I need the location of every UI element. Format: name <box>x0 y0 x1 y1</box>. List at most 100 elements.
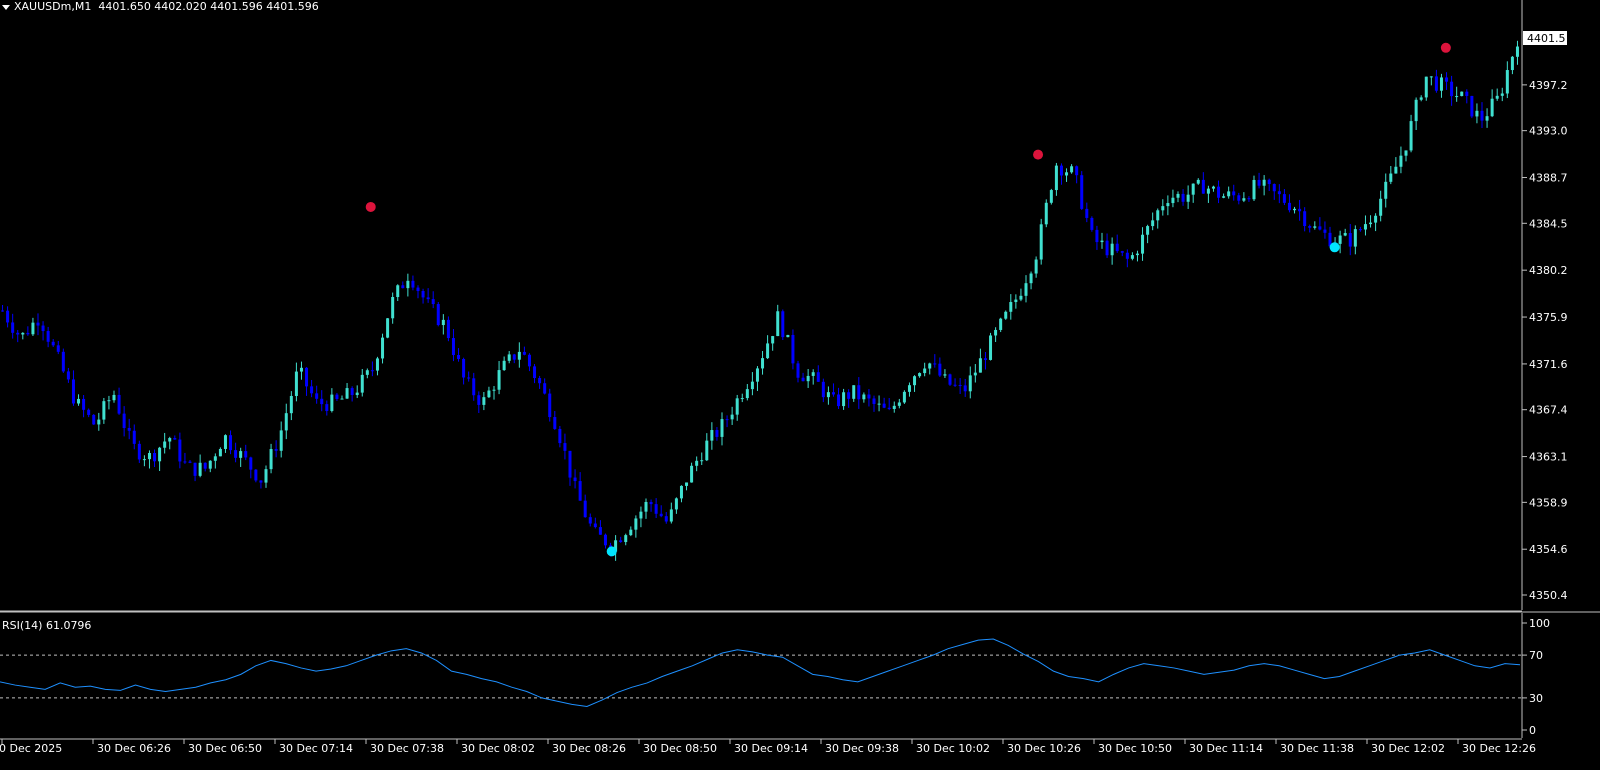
bear-candle <box>51 341 55 346</box>
bull-candle <box>1044 202 1048 225</box>
bull-candle <box>918 373 922 377</box>
price-tick-label: 4363.1 <box>1529 451 1568 464</box>
bull-candle <box>1369 222 1373 225</box>
bull-candle <box>902 391 906 403</box>
bull-candle <box>1424 76 1428 98</box>
bear-candle <box>451 338 455 356</box>
bull-candle <box>1293 208 1297 211</box>
bear-candle <box>1282 194 1286 203</box>
bull-candle <box>1110 243 1114 256</box>
bull-candle <box>1363 224 1367 230</box>
time-tick-label: 30 Dec 06:26 <box>97 742 171 755</box>
rsi-indicator-label[interactable]: RSI(14) 61.0796 <box>2 619 91 632</box>
bull-candle <box>487 390 491 398</box>
time-tick-label: 30 Dec 12:02 <box>1371 742 1445 755</box>
bull-candle <box>1242 198 1246 201</box>
bull-candle <box>365 370 369 375</box>
bull-candle <box>284 413 288 431</box>
bull-candle <box>386 318 390 338</box>
bear-candle <box>259 480 263 483</box>
bear-candle <box>821 381 825 398</box>
bull-candle <box>391 297 395 319</box>
bull-candle <box>163 441 167 448</box>
bull-candle <box>1485 116 1489 121</box>
bull-candle <box>1515 46 1519 57</box>
bull-candle <box>644 501 648 512</box>
bull-candle <box>239 451 243 458</box>
bear-candle <box>178 439 182 462</box>
bear-candle <box>958 385 962 387</box>
bear-candle <box>467 377 471 379</box>
rsi-tick-label: 30 <box>1529 692 1543 705</box>
bull-candle <box>294 371 298 396</box>
chart-canvas[interactable]: 4397.2 4393.0 4388.7 4384.5 4380.2 4375.9 4371… <box>0 0 1600 770</box>
bull-candle <box>1039 224 1043 260</box>
bull-candle <box>77 398 81 404</box>
time-tick-label: 30 Dec 09:38 <box>825 742 899 755</box>
bull-candle <box>943 374 947 376</box>
bull-candle <box>639 511 643 519</box>
bull-candle <box>223 435 227 449</box>
bear-candle <box>173 438 177 440</box>
bear-candle <box>254 469 258 481</box>
bear-candle <box>16 332 20 335</box>
bear-candle <box>1181 193 1185 202</box>
time-tick-label: 30 Dec 11:38 <box>1280 742 1354 755</box>
bear-candle <box>1 310 5 312</box>
dropdown-triangle-icon[interactable] <box>2 4 10 10</box>
bear-candle <box>963 385 967 392</box>
bull-candle <box>1399 155 1403 167</box>
bull-candle <box>669 509 673 522</box>
bear-candle <box>872 398 876 404</box>
bull-candle <box>766 343 770 359</box>
bull-candle <box>806 375 810 382</box>
bear-candle <box>725 419 729 421</box>
bull-candle <box>492 389 496 391</box>
bull-candle <box>634 518 638 530</box>
price-tick-label: 4375.9 <box>1529 311 1568 324</box>
bull-candle <box>1374 215 1378 223</box>
symbol-header[interactable]: XAUUSDm,M1 4401.650 4402.020 4401.596 44… <box>2 0 319 14</box>
bear-candle <box>1308 226 1312 228</box>
bull-candle <box>1414 99 1418 122</box>
bear-candle <box>887 407 891 409</box>
bear-candle <box>1125 252 1129 259</box>
bear-candle <box>1303 211 1307 227</box>
bear-candle <box>305 367 309 387</box>
bull-candle <box>1460 91 1464 97</box>
bull-candle <box>1049 190 1053 203</box>
bull-candle <box>517 351 521 360</box>
bear-candle <box>1120 251 1124 253</box>
bear-candle <box>543 383 547 394</box>
bear-candle <box>1480 110 1484 121</box>
bull-candle <box>720 419 724 437</box>
bear-candle <box>446 319 450 339</box>
chart-window[interactable]: 4397.2 4393.0 4388.7 4384.5 4380.2 4375.9 4371… <box>0 0 1600 770</box>
time-tick-label: 30 Dec 10:50 <box>1098 742 1172 755</box>
bear-candle <box>426 297 430 300</box>
bear-candle <box>1232 191 1236 196</box>
bull-candle <box>1313 226 1317 228</box>
bull-candle <box>710 430 714 441</box>
bear-candle <box>512 354 516 360</box>
bear-candle <box>350 388 354 396</box>
price-axis[interactable]: 4397.2 4393.0 4388.7 4384.5 4380.2 4375.9 4371… <box>1522 79 1568 602</box>
time-axis[interactable]: 0 Dec 2025 30 Dec 06:26 30 Dec 06:50 30 Dec… <box>0 739 1536 755</box>
bull-candle <box>1019 295 1023 300</box>
bear-candle <box>1323 229 1327 233</box>
bull-candle <box>1379 198 1383 216</box>
bear-candle <box>837 394 841 407</box>
bull-candle <box>31 322 35 335</box>
bull-candle <box>218 448 222 457</box>
bear-candle <box>87 409 91 415</box>
bear-candle <box>1298 208 1302 212</box>
bull-candle <box>852 385 856 399</box>
bull-candle <box>826 392 830 398</box>
bull-candle <box>1505 70 1509 94</box>
bull-candle <box>299 367 303 372</box>
bear-candle <box>193 462 197 476</box>
bear-candle <box>538 378 542 384</box>
bear-candle <box>857 385 861 400</box>
sell-signal-marker <box>1033 149 1044 160</box>
bull-candle <box>674 498 678 510</box>
